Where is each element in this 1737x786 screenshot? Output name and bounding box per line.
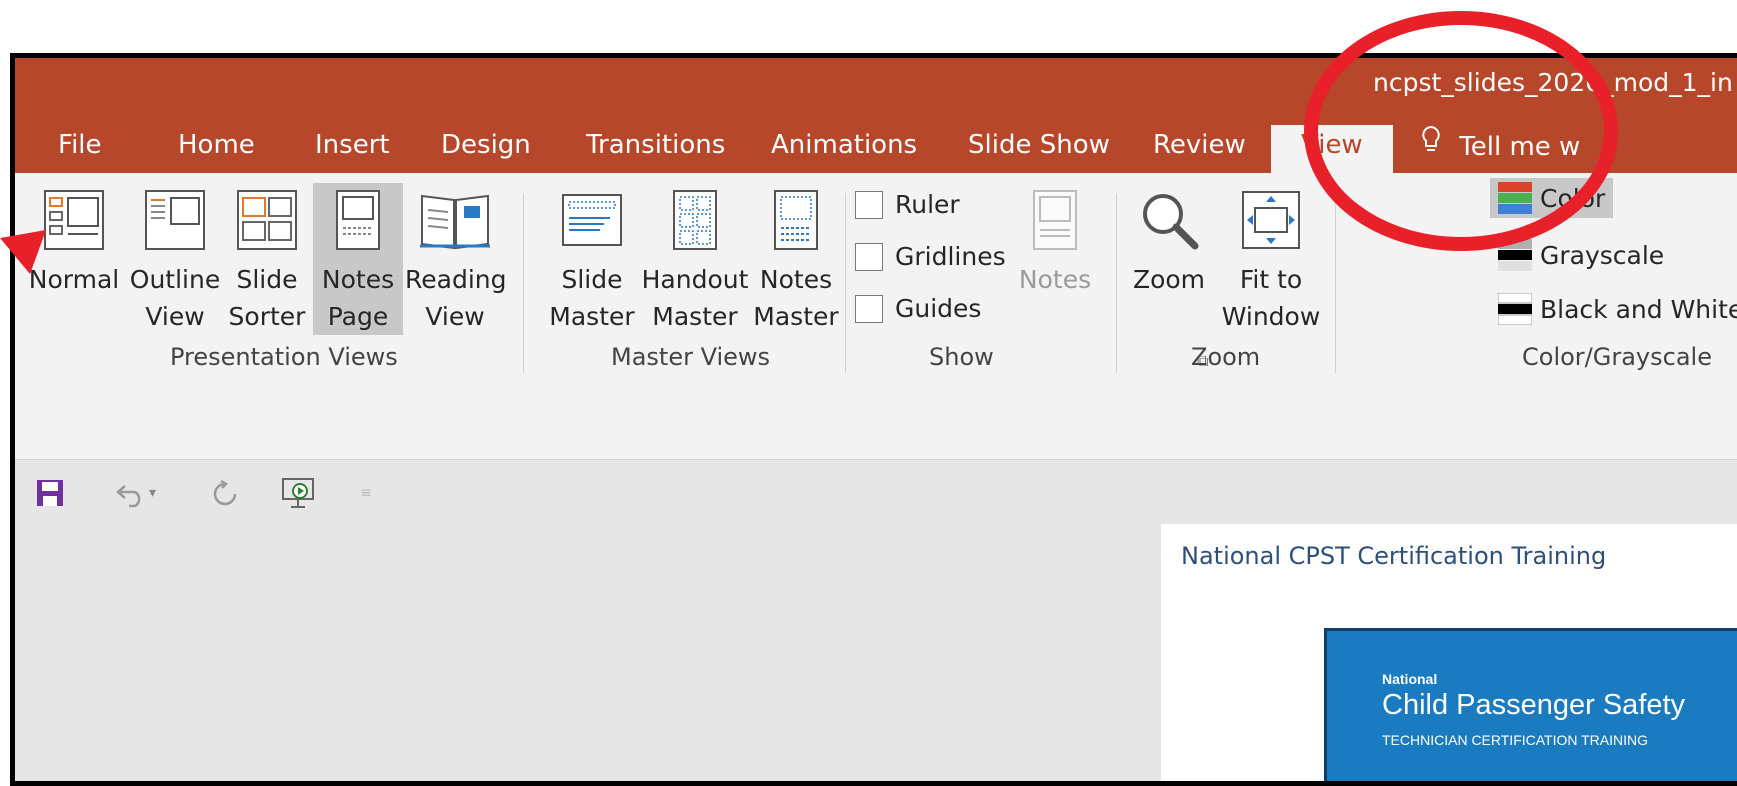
handout-master-label-2: Master (652, 302, 738, 331)
outline-view-button[interactable]: Outline View (129, 183, 221, 335)
group-label-master-views: Master Views (611, 343, 771, 371)
group-label-zoom: Zoom (1191, 343, 1261, 371)
handout-master-icon (641, 183, 749, 257)
gridlines-label: Gridlines (895, 242, 1006, 271)
notes-page-icon (313, 183, 403, 257)
notes-master-icon (753, 183, 839, 257)
black-and-white-swatch-icon (1498, 293, 1532, 325)
start-from-beginning-icon[interactable] (280, 475, 316, 511)
slide-brand-title: Child Passenger Safety (1382, 689, 1686, 721)
customize-toolbar-icon[interactable]: ≡ (360, 475, 372, 511)
guides-label: Guides (895, 294, 982, 323)
quick-access-toolbar: ▾ ≡ (15, 460, 1737, 524)
slide-brand-national: National (1382, 671, 1438, 687)
tab-transitions[interactable]: Transitions (586, 125, 725, 173)
ruler-checkbox-box[interactable] (855, 190, 883, 219)
group-label-color-grayscale: Color/Grayscale (1522, 343, 1712, 371)
gridlines-checkbox-box[interactable] (855, 242, 883, 271)
notes-toggle-button[interactable]: Notes (1010, 183, 1100, 298)
reading-view-label: Reading (405, 265, 507, 294)
group-label-presentation-views: Presentation Views (170, 343, 398, 371)
zoom-button[interactable]: Zoom (1125, 183, 1213, 298)
reading-view-button[interactable]: Reading View (405, 183, 507, 335)
ruler-label: Ruler (895, 190, 960, 219)
slide-sorter-label: Slide (236, 265, 298, 294)
tab-design[interactable]: Design (441, 125, 531, 173)
slide-thumbnail[interactable]: National Child Passenger Safety TECHNICI… (1324, 628, 1737, 781)
tab-file[interactable]: File (58, 125, 102, 173)
group-separator (845, 193, 846, 373)
slide-sorter-button[interactable]: Slide Sorter (225, 183, 309, 335)
slide-sorter-label-2: Sorter (228, 302, 306, 331)
fit-to-window-label-2: Window (1221, 302, 1321, 331)
tab-review[interactable]: Review (1153, 125, 1246, 173)
undo-dropdown-icon[interactable]: ▾ (149, 475, 156, 511)
guides-checkbox[interactable]: Guides (855, 294, 981, 323)
slide-brand-subtitle: TECHNICIAN CERTIFICATION TRAINING (1382, 732, 1649, 748)
reading-view-icon (405, 183, 505, 257)
gridlines-checkbox[interactable]: Gridlines (855, 242, 1006, 271)
outline-view-icon (129, 183, 221, 257)
slide-master-label: Slide (561, 265, 623, 294)
black-and-white-label: Black and White (1540, 294, 1737, 324)
notes-pane-icon (1010, 183, 1100, 257)
slide-header-text: National CPST Certification Training (1181, 542, 1607, 570)
handout-master-button[interactable]: Handout Master (641, 183, 749, 335)
group-label-show: Show (929, 343, 994, 371)
tab-slide-show[interactable]: Slide Show (968, 125, 1110, 173)
outline-view-label-2: View (145, 302, 205, 331)
notes-page: National CPST Certification Training Nat… (1161, 524, 1737, 781)
magnifier-icon (1125, 183, 1213, 257)
ruler-checkbox[interactable]: Ruler (855, 190, 960, 219)
notes-master-label-2: Master (753, 302, 839, 331)
undo-icon[interactable] (115, 475, 145, 511)
tab-insert[interactable]: Insert (315, 125, 390, 173)
group-separator (523, 193, 524, 373)
notes-page-label: Notes (321, 265, 395, 294)
tab-home[interactable]: Home (178, 125, 255, 173)
slide-master-label-2: Master (549, 302, 635, 331)
slide-master-icon (547, 183, 637, 257)
fit-to-window-label: Fit to (1239, 265, 1303, 294)
guides-checkbox-box[interactable] (855, 294, 883, 323)
group-separator (1116, 193, 1117, 373)
slide-master-button[interactable]: Slide Master (547, 183, 637, 335)
notes-master-label: Notes (759, 265, 833, 294)
notes-page-label-2: Page (327, 302, 389, 331)
notes-master-button[interactable]: Notes Master (753, 183, 839, 335)
outline-view-label: Outline (129, 265, 221, 294)
slide-sorter-icon (225, 183, 309, 257)
annotation-highlight-circle (1304, 11, 1618, 251)
annotation-arrow (0, 230, 46, 274)
notes-toggle-label: Notes (1018, 265, 1092, 294)
handout-master-label: Handout (641, 265, 749, 294)
zoom-label: Zoom (1132, 265, 1206, 294)
notes-page-button[interactable]: Notes Page (313, 183, 403, 335)
reading-view-label-2: View (425, 302, 485, 331)
tab-animations[interactable]: Animations (771, 125, 917, 173)
save-icon[interactable] (35, 475, 65, 511)
redo-icon[interactable] (210, 475, 240, 511)
black-and-white-button[interactable]: Black and White (1498, 293, 1737, 325)
